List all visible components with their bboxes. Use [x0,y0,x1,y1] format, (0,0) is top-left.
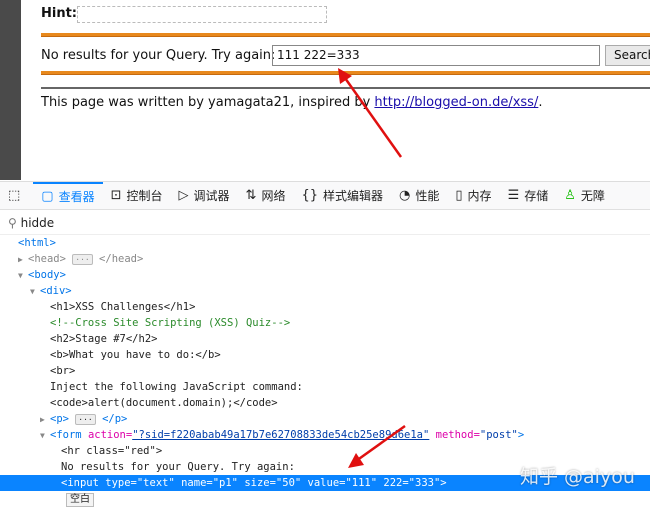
tab-console[interactable]: ⊡ 控制台 [103,182,171,210]
tab-label: 调试器 [193,189,230,203]
tree-node[interactable]: <h2>Stage #7</h2> [0,331,650,347]
debugger-icon: ▷ [178,188,189,203]
storage-icon: ☰ [507,188,520,203]
tree-node[interactable]: ▼ <body> [0,267,650,283]
tab-label: 性能 [415,189,440,203]
collapse-icon[interactable]: ▼ [18,268,28,284]
search-button[interactable]: Search [605,45,650,66]
tab-storage[interactable]: ☰ 存储 [500,182,557,210]
watermark: 知乎 @aiyou [520,466,635,488]
tree-node[interactable]: 空白 [0,491,650,507]
tree-node[interactable]: <b>What you have to do:</b> [0,347,650,363]
tree-node[interactable]: <html> [0,235,650,251]
web-page: Hint: No results for your Query. Try aga… [21,0,650,180]
tab-performance[interactable]: ◔ 性能 [391,182,447,210]
element-picker-button[interactable]: ⬚ [0,182,33,210]
search-input[interactable]: hidde [21,216,55,230]
footer-text: This page was written by yamagata21, ins… [41,95,375,110]
footer-end: . [538,95,543,110]
tab-network[interactable]: ⇅ 网络 [238,182,294,210]
footer: This page was written by yamagata21, ins… [41,95,542,110]
hint-box [77,6,327,23]
inspector-icon: ▢ [41,189,54,204]
collapse-icon[interactable]: ▼ [40,428,50,444]
tree-node[interactable]: <h1>XSS Challenges</h1> [0,299,650,315]
html-search[interactable]: ⚲ hidde [0,211,650,235]
network-icon: ⇅ [245,188,257,203]
query-label: No results for your Query. Try again: [41,48,276,63]
tab-label: 样式编辑器 [323,189,384,203]
ellipsis-button[interactable]: ··· [75,414,96,425]
tab-memory[interactable]: ▯ 内存 [447,182,499,210]
expand-icon[interactable]: ▶ [18,252,28,268]
whitespace-badge: 空白 [66,493,94,507]
orange-divider [41,71,650,75]
tab-debugger[interactable]: ▷ 调试器 [171,182,238,210]
tree-node[interactable]: ▼ <form action="?sid=f220abab49a17b7e6270… [0,427,650,443]
tab-label: 控制台 [126,189,163,203]
tree-node[interactable]: ▶ <head> ··· </head> [0,251,650,267]
accessibility-icon: ♙ [564,188,576,203]
tree-node[interactable]: ▼ <div> [0,283,650,299]
tree-node[interactable]: <hr class="red"> [0,443,650,459]
window-edge [0,0,21,180]
memory-icon: ▯ [455,188,463,203]
console-icon: ⊡ [110,188,122,203]
style-editor-icon: {} [301,188,319,203]
tab-inspector[interactable]: ▢ 查看器 [33,181,103,210]
tree-node[interactable]: <code>alert(document.domain);</code> [0,395,650,411]
hint-label: Hint: [41,6,78,21]
performance-icon: ◔ [399,188,411,203]
ellipsis-button[interactable]: ··· [72,254,93,265]
picker-icon: ⬚ [8,188,21,203]
tab-accessibility[interactable]: ♙ 无障 [556,182,613,210]
orange-divider [41,33,650,37]
search-icon: ⚲ [8,216,21,230]
query-input[interactable]: 111 222=333 [272,45,600,66]
expand-icon[interactable]: ▶ [40,412,50,428]
tab-style-editor[interactable]: {} 样式编辑器 [293,182,391,210]
devtools-toolbar: ⬚ ▢ 查看器 ⊡ 控制台 ▷ 调试器 ⇅ 网络 {} 样式编辑器 ◔ 性能 ▯ 内存 ☰ 存储… [0,181,650,210]
tab-label: 查看器 [58,190,95,204]
tab-label: 存储 [524,189,549,203]
collapse-icon[interactable]: ▼ [30,284,40,300]
tab-label: 网络 [261,189,286,203]
tab-label: 内存 [467,189,492,203]
tree-node[interactable]: ▶ <p> ··· </p> [0,411,650,427]
tab-label: 无障 [580,189,605,203]
tree-node[interactable]: <br> [0,363,650,379]
form-action-link[interactable]: "?sid=f220abab49a17b7e62708833de54cb25e8… [132,429,429,441]
tree-node[interactable]: Inject the following JavaScript command: [0,379,650,395]
tree-node[interactable]: <!--Cross Site Scripting (XSS) Quiz--> [0,315,650,331]
footer-link[interactable]: http://blogged-on.de/xss/ [374,95,538,110]
divider [41,87,650,89]
